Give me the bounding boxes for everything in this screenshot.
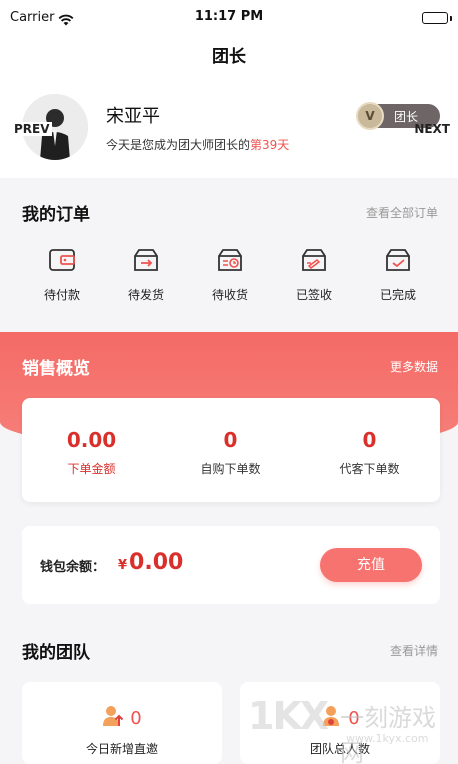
stat-label: 下单金额 bbox=[67, 462, 116, 476]
page-title: 团长 bbox=[212, 47, 246, 67]
stat-value: 0 bbox=[223, 428, 238, 452]
team-title: 我的团队 bbox=[22, 643, 90, 663]
person-group-icon bbox=[320, 704, 342, 732]
team-label: 团队总人数 bbox=[309, 742, 370, 756]
level-medal-icon: V bbox=[356, 102, 384, 130]
wallet-box-icon bbox=[22, 246, 102, 278]
tenure-days: 第39天 bbox=[250, 138, 290, 152]
user-name: 宋亚平 bbox=[106, 106, 160, 127]
stat-proxy-orders[interactable]: 0 代客下单数 bbox=[300, 428, 439, 477]
team-card-new-invites[interactable]: 0 今日新增直邀 bbox=[22, 682, 222, 764]
status-bar: Carrier 11:17 PM bbox=[0, 0, 458, 36]
next-button[interactable]: NEXT bbox=[414, 122, 450, 136]
wallet-card: 钱包余额： ¥0.00 充值 bbox=[22, 526, 440, 604]
team-label: 今日新增直邀 bbox=[85, 742, 158, 756]
tenure-prefix: 今天是您成为团大师团长的 bbox=[106, 138, 251, 152]
orders-title: 我的订单 bbox=[22, 205, 90, 225]
order-label: 待发货 bbox=[127, 288, 164, 302]
user-tenure: 今天是您成为团大师团长的第39天 bbox=[106, 136, 289, 153]
stat-self-orders[interactable]: 0 自购下单数 bbox=[161, 428, 300, 477]
battery-cap bbox=[450, 16, 452, 21]
recharge-button[interactable]: 充值 bbox=[320, 548, 422, 582]
view-all-orders-link[interactable]: 查看全部订单 bbox=[366, 204, 438, 221]
box-check-icon bbox=[358, 246, 438, 278]
currency-symbol: ¥ bbox=[118, 558, 128, 573]
order-label: 待收货 bbox=[211, 288, 248, 302]
stat-value: 0 bbox=[362, 428, 377, 452]
order-pending-payment[interactable]: 待付款 bbox=[22, 246, 102, 303]
stat-value: 0.00 bbox=[66, 428, 117, 452]
more-data-link[interactable]: 更多数据 bbox=[390, 358, 438, 375]
stat-label: 代客下单数 bbox=[339, 462, 400, 476]
wallet-balance: ¥0.00 bbox=[118, 550, 183, 575]
clock: 11:17 PM bbox=[194, 9, 264, 24]
team-value: 0 bbox=[348, 707, 360, 729]
wallet-label: 钱包余额： bbox=[40, 560, 106, 575]
order-pending-shipment[interactable]: 待发货 bbox=[106, 246, 186, 303]
order-label: 已签收 bbox=[295, 288, 332, 302]
team-details-link[interactable]: 查看详情 bbox=[390, 642, 438, 659]
nav-bar: 团长 bbox=[0, 36, 458, 72]
team-value: 0 bbox=[130, 707, 142, 729]
orders-section: 我的订单 查看全部订单 待付款 待发货 待收货 已签收 已完成 bbox=[0, 186, 458, 326]
order-pending-receipt[interactable]: 待收货 bbox=[190, 246, 270, 303]
prev-button[interactable]: PREV bbox=[12, 122, 52, 136]
order-label: 待付款 bbox=[43, 288, 80, 302]
sales-stats-card: 0.00 下单金额 0 自购下单数 0 代客下单数 bbox=[22, 398, 440, 502]
person-up-icon bbox=[102, 704, 124, 732]
profile-header: PREV 宋亚平 今天是您成为团大师团长的第39天 V 团长 NEXT bbox=[0, 72, 458, 178]
stat-order-amount[interactable]: 0.00 下单金额 bbox=[22, 428, 161, 477]
wallet-amount: 0.00 bbox=[129, 550, 184, 575]
order-label: 已完成 bbox=[379, 288, 416, 302]
battery-icon bbox=[422, 12, 448, 24]
box-send-icon bbox=[106, 246, 186, 278]
box-clock-icon bbox=[190, 246, 270, 278]
team-card-total-members[interactable]: 0 团队总人数 bbox=[240, 682, 440, 764]
sales-title: 销售概览 bbox=[22, 359, 90, 379]
stat-label: 自购下单数 bbox=[200, 462, 261, 476]
team-value-row: 0 bbox=[22, 704, 222, 732]
team-value-row: 0 bbox=[240, 704, 440, 732]
order-completed[interactable]: 已完成 bbox=[358, 246, 438, 303]
order-signed[interactable]: 已签收 bbox=[274, 246, 354, 303]
box-sign-icon bbox=[274, 246, 354, 278]
